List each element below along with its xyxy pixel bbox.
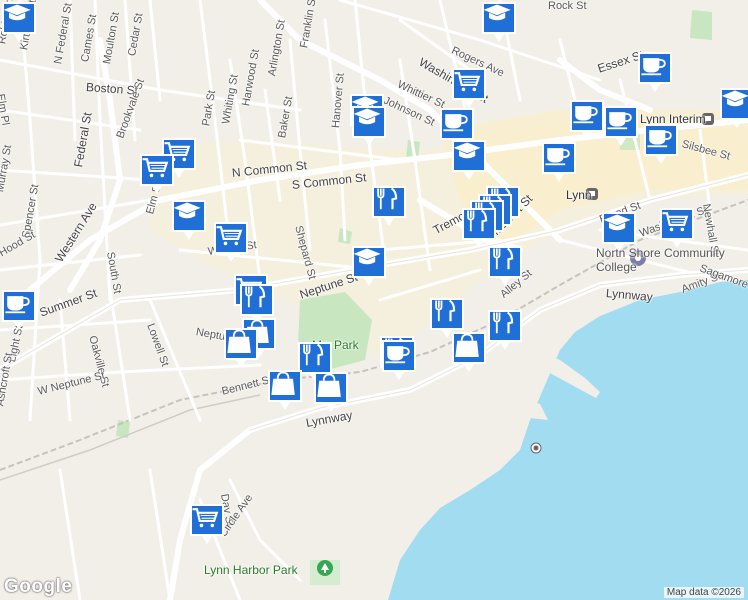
street-label: Rock St [548, 0, 587, 12]
cafe-marker[interactable] [540, 140, 578, 184]
place-label-lynn: Lynn [566, 188, 592, 202]
place-label-park: Park [334, 338, 359, 352]
grocery-marker[interactable] [658, 206, 696, 250]
restaurant-marker[interactable] [486, 308, 524, 352]
cafe-marker[interactable] [602, 104, 640, 148]
education-marker[interactable] [600, 210, 638, 254]
grocery-marker[interactable] [188, 502, 226, 546]
map-canvas[interactable]: Robinson St Kirtland St N Federal St Cam… [0, 0, 748, 600]
cafe-marker[interactable] [636, 50, 674, 94]
cafe-marker[interactable] [380, 338, 418, 382]
education-marker[interactable] [350, 104, 388, 148]
restaurant-marker[interactable] [486, 244, 524, 288]
education-marker[interactable] [718, 86, 748, 130]
education-marker[interactable] [350, 244, 388, 288]
shopping-marker[interactable] [222, 326, 260, 370]
landmark-pin [530, 442, 542, 454]
grocery-marker[interactable] [212, 220, 250, 264]
grocery-marker[interactable] [138, 152, 176, 196]
education-marker[interactable] [170, 198, 208, 242]
grocery-marker[interactable] [450, 66, 488, 110]
education-marker[interactable] [480, 0, 518, 44]
restaurant-marker[interactable] [370, 184, 408, 228]
cafe-marker[interactable] [642, 122, 680, 166]
place-label-lynn-harbor-park: Lynn Harbor Park [204, 563, 298, 577]
education-marker[interactable] [450, 138, 488, 182]
lynn-harbor-park-pin [317, 560, 333, 576]
shopping-marker[interactable] [450, 330, 488, 374]
cafe-marker[interactable] [568, 98, 606, 142]
education-marker[interactable] [0, 0, 38, 44]
shopping-marker[interactable] [266, 368, 304, 412]
shopping-marker[interactable] [312, 370, 350, 414]
cafe-marker[interactable] [0, 288, 38, 332]
map-attribution[interactable]: Map data ©2026 [663, 587, 744, 598]
google-logo: Google [4, 576, 73, 597]
